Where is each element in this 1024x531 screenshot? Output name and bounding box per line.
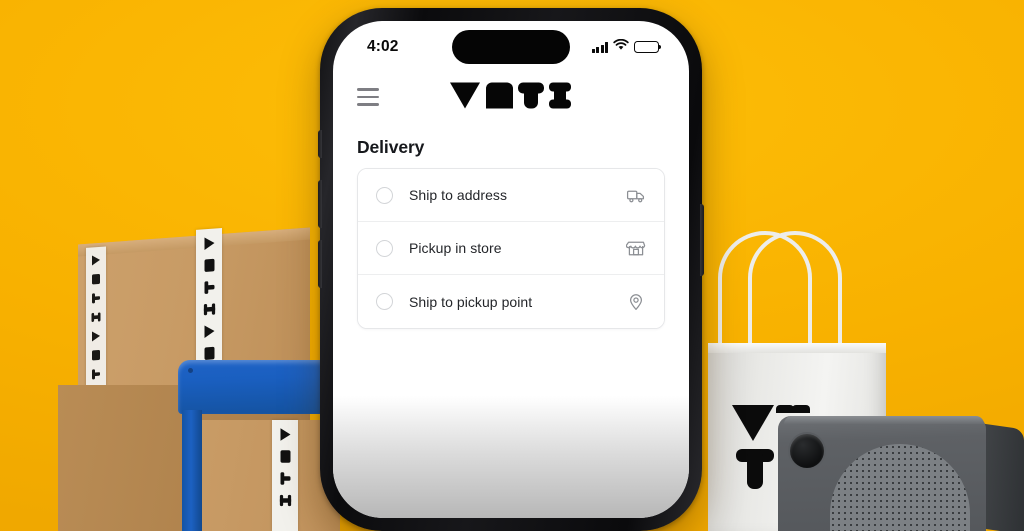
smartphone-mockup: 4:02 Delivery Ship to address Pickup in … (318, 8, 704, 531)
option-label: Ship to pickup point (409, 293, 533, 310)
hamburger-menu-icon[interactable] (357, 88, 379, 106)
delivery-option-ship-to-address[interactable]: Ship to address (358, 169, 664, 222)
radio-pickup-in-store[interactable] (376, 239, 393, 257)
power-button[interactable] (700, 204, 704, 276)
delivery-option-pickup-in-store[interactable]: Pickup in store (358, 222, 664, 275)
wifi-icon (613, 38, 629, 56)
cellular-signal-icon (591, 41, 608, 53)
radio-ship-to-address[interactable] (376, 186, 393, 204)
promo-scene: 4:02 Delivery Ship to address Pickup in … (0, 0, 1024, 531)
screen-bottom-fade (333, 396, 689, 518)
volume-up-button[interactable] (318, 180, 322, 228)
storefront-icon (626, 238, 646, 258)
radio-ship-to-pickup-point[interactable] (376, 293, 393, 310)
map-pin-icon (626, 292, 646, 312)
status-time: 4:02 (367, 38, 399, 55)
status-bar: 4:02 (333, 21, 689, 69)
volume-down-button[interactable] (318, 240, 322, 288)
speaker-cabinet (778, 416, 986, 531)
silent-switch-button[interactable] (318, 130, 322, 158)
status-indicators (591, 38, 662, 56)
speaker-port-icon (790, 434, 824, 468)
option-label: Ship to address (409, 187, 508, 203)
option-label: Pickup in store (409, 240, 502, 256)
delivery-options-card: Ship to address Pickup in store Ship to … (357, 168, 665, 329)
speaker-grille (830, 444, 970, 531)
speaker-top-edge (784, 416, 984, 424)
delivery-option-ship-to-pickup-point[interactable]: Ship to pickup point (358, 275, 664, 328)
dynamic-island (452, 30, 570, 64)
phone-screen: 4:02 Delivery Ship to address Pickup in … (333, 21, 689, 518)
hand-truck-rail (182, 410, 202, 531)
gray-speaker (778, 416, 1024, 531)
hand-truck-handle-bar (178, 360, 340, 414)
vnti-logo (450, 79, 572, 116)
blue-hand-truck (176, 360, 340, 531)
bag-handle-right (748, 231, 842, 357)
app-header (333, 69, 689, 125)
page-title: Delivery (357, 137, 425, 157)
bag-top-fold (708, 343, 886, 353)
battery-icon (634, 41, 662, 53)
delivery-truck-icon (626, 185, 646, 205)
